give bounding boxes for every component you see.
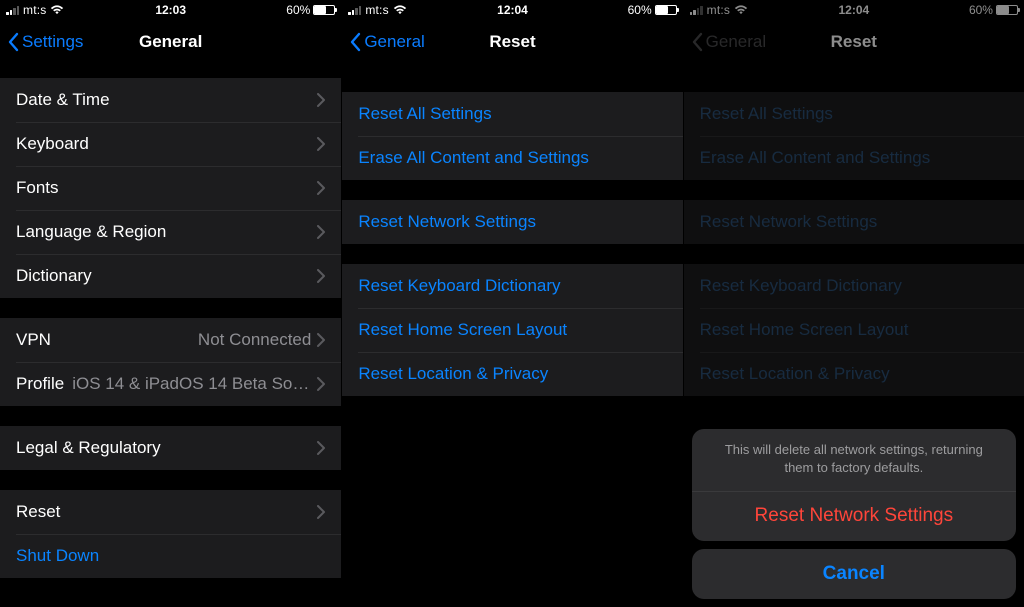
clock: 12:04 (342, 3, 682, 17)
cell-label: Shut Down (16, 546, 325, 566)
action-sheet-message: This will delete all network settings, r… (692, 429, 1016, 490)
cell-reset-location-privacy[interactable]: Reset Location & Privacy (684, 352, 1024, 396)
battery-icon (996, 5, 1018, 15)
cell-reset-network-settings[interactable]: Reset Network Settings (342, 200, 682, 244)
cell-label: Legal & Regulatory (16, 438, 317, 458)
status-bar: mt:s 12:03 60% (0, 0, 341, 20)
cell-date-time[interactable]: Date & Time (0, 78, 341, 122)
page-title: General (0, 32, 341, 52)
cell-keyboard[interactable]: Keyboard (0, 122, 341, 166)
pane-reset: mt:s 12:04 60% General Reset (341, 0, 682, 607)
cell-label: Reset Keyboard Dictionary (358, 276, 666, 296)
action-sheet-cancel-button[interactable]: Cancel (692, 549, 1016, 599)
cell-label: Reset Location & Privacy (358, 364, 666, 384)
cell-reset-location-privacy[interactable]: Reset Location & Privacy (342, 352, 682, 396)
cell-vpn[interactable]: VPNNot Connected (0, 318, 341, 362)
cell-reset-keyboard-dictionary[interactable]: Reset Keyboard Dictionary (342, 264, 682, 308)
battery-icon (655, 5, 677, 15)
cell-value: Not Connected (198, 330, 311, 350)
cell-label: Erase All Content and Settings (358, 148, 666, 168)
cell-erase-all-content[interactable]: Erase All Content and Settings (684, 136, 1024, 180)
cell-label: Reset Home Screen Layout (358, 320, 666, 340)
cell-label: Reset (16, 502, 317, 522)
chevron-right-icon (317, 441, 325, 455)
cell-label: Reset Network Settings (358, 212, 666, 232)
cell-profile[interactable]: Profile iOS 14 & iPadOS 14 Beta Softwar..… (0, 362, 341, 406)
cell-language-region[interactable]: Language & Region (0, 210, 341, 254)
cell-label: Reset Keyboard Dictionary (700, 276, 1008, 296)
clock: 12:04 (684, 3, 1024, 17)
chevron-right-icon (317, 269, 325, 283)
action-sheet-destructive-button[interactable]: Reset Network Settings (692, 491, 1016, 541)
cell-label: Reset Location & Privacy (700, 364, 1008, 384)
chevron-right-icon (317, 505, 325, 519)
cell-label: Reset All Settings (358, 104, 666, 124)
status-bar: mt:s 12:04 60% (684, 0, 1024, 20)
clock: 12:03 (0, 3, 341, 17)
cell-reset-all-settings[interactable]: Reset All Settings (684, 92, 1024, 136)
cell-label: VPN (16, 330, 198, 350)
page-title: Reset (342, 32, 682, 52)
cell-reset-keyboard-dictionary[interactable]: Reset Keyboard Dictionary (684, 264, 1024, 308)
cell-label: Profile (16, 374, 64, 394)
cell-label: Reset Network Settings (700, 212, 1008, 232)
cell-reset-all-settings[interactable]: Reset All Settings (342, 92, 682, 136)
cell-label: Dictionary (16, 266, 317, 286)
chevron-right-icon (317, 181, 325, 195)
cell-reset-home-screen-layout[interactable]: Reset Home Screen Layout (342, 308, 682, 352)
chevron-right-icon (317, 225, 325, 239)
cell-erase-all-content[interactable]: Erase All Content and Settings (342, 136, 682, 180)
cell-value: iOS 14 & iPadOS 14 Beta Softwar... (72, 374, 311, 394)
cell-shut-down[interactable]: Shut Down (0, 534, 341, 578)
cell-reset-home-screen-layout[interactable]: Reset Home Screen Layout (684, 308, 1024, 352)
navbar: General Reset (684, 20, 1024, 64)
cell-fonts[interactable]: Fonts (0, 166, 341, 210)
cell-label: Erase All Content and Settings (700, 148, 1008, 168)
cell-reset-network-settings[interactable]: Reset Network Settings (684, 200, 1024, 244)
status-bar: mt:s 12:04 60% (342, 0, 682, 20)
chevron-right-icon (317, 93, 325, 107)
cell-label: Reset Home Screen Layout (700, 320, 1008, 340)
page-title: Reset (684, 32, 1024, 52)
cell-label: Keyboard (16, 134, 317, 154)
chevron-right-icon (317, 333, 325, 347)
battery-icon (313, 5, 335, 15)
cell-label: Language & Region (16, 222, 317, 242)
cell-label: Reset All Settings (700, 104, 1008, 124)
navbar: Settings General (0, 20, 341, 64)
pane-reset-modal: mt:s 12:04 60% General Reset (683, 0, 1024, 607)
chevron-right-icon (317, 377, 325, 391)
cell-reset[interactable]: Reset (0, 490, 341, 534)
navbar: General Reset (342, 20, 682, 64)
chevron-right-icon (317, 137, 325, 151)
cell-label: Fonts (16, 178, 317, 198)
cell-dictionary[interactable]: Dictionary (0, 254, 341, 298)
cell-label: Date & Time (16, 90, 317, 110)
action-sheet: This will delete all network settings, r… (692, 429, 1016, 599)
cell-legal-regulatory[interactable]: Legal & Regulatory (0, 426, 341, 470)
pane-general: mt:s 12:03 60% Settings General (0, 0, 341, 607)
